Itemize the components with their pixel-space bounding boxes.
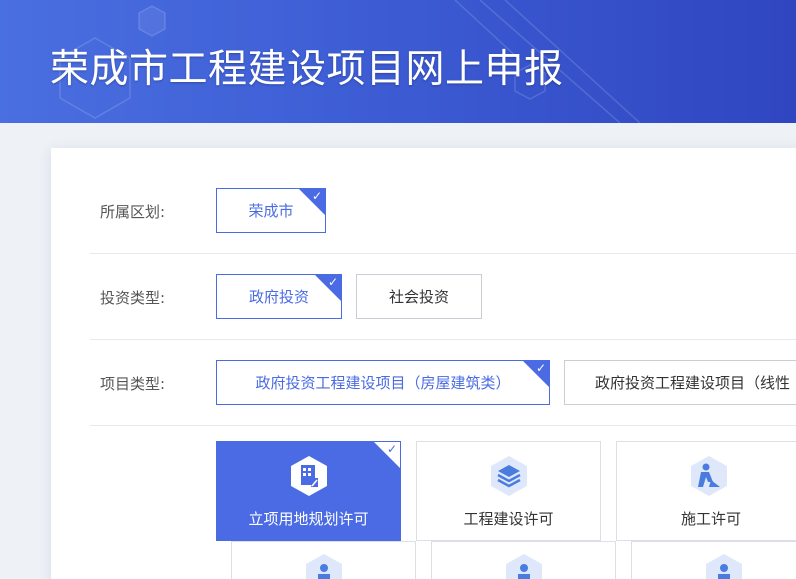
divider: [90, 253, 796, 254]
header-banner: 荣成市工程建设项目网上申报: [0, 0, 796, 123]
investment-type-label: 投资类型:: [100, 289, 166, 307]
permit-card-construction-engineering[interactable]: 工程建设许可: [416, 441, 601, 541]
project-type-option-linear[interactable]: 政府投资工程建设项目（线性: [564, 360, 796, 405]
person-stamp-icon: [706, 554, 742, 579]
check-icon: ✓: [386, 442, 397, 456]
district-label: 所属区划:: [100, 203, 166, 221]
permit-card-construction[interactable]: 施工许可: [616, 441, 796, 541]
person-stamp-icon: [306, 554, 342, 579]
investment-option-government[interactable]: 政府投资 ✓: [216, 274, 342, 319]
option-label: 政府投资工程建设项目（房屋建筑类）: [255, 374, 511, 392]
permit-card-row2-2[interactable]: [431, 541, 616, 579]
investment-option-social[interactable]: 社会投资: [356, 274, 482, 319]
page-title: 荣成市工程建设项目网上申报: [50, 47, 564, 92]
check-icon: ✓: [535, 361, 546, 375]
construction-worker-icon: [691, 456, 727, 496]
project-type-label: 项目类型:: [100, 375, 166, 393]
layers-icon: [491, 456, 527, 496]
permit-card-row2-1[interactable]: [231, 541, 416, 579]
permit-card-row2-3[interactable]: [631, 541, 796, 579]
option-label: 政府投资工程建设项目（线性: [595, 374, 791, 392]
project-type-option-building[interactable]: 政府投资工程建设项目（房屋建筑类） ✓: [216, 360, 550, 405]
planning-doc-icon: [291, 456, 327, 496]
permit-label: 施工许可: [680, 510, 741, 528]
option-label: 社会投资: [388, 288, 449, 306]
check-icon: ✓: [311, 189, 322, 203]
divider: [90, 425, 796, 426]
district-option-rongcheng[interactable]: 荣成市 ✓: [216, 188, 326, 233]
permit-label: 立项用地规划许可: [248, 510, 369, 528]
check-icon: ✓: [327, 275, 338, 289]
permit-card-land-planning[interactable]: 立项用地规划许可 ✓: [216, 441, 401, 541]
divider: [90, 339, 796, 340]
permit-label: 工程建设许可: [463, 510, 554, 528]
option-label: 荣成市: [248, 202, 294, 220]
option-label: 政府投资: [248, 288, 309, 306]
person-stamp-icon: [506, 554, 542, 579]
